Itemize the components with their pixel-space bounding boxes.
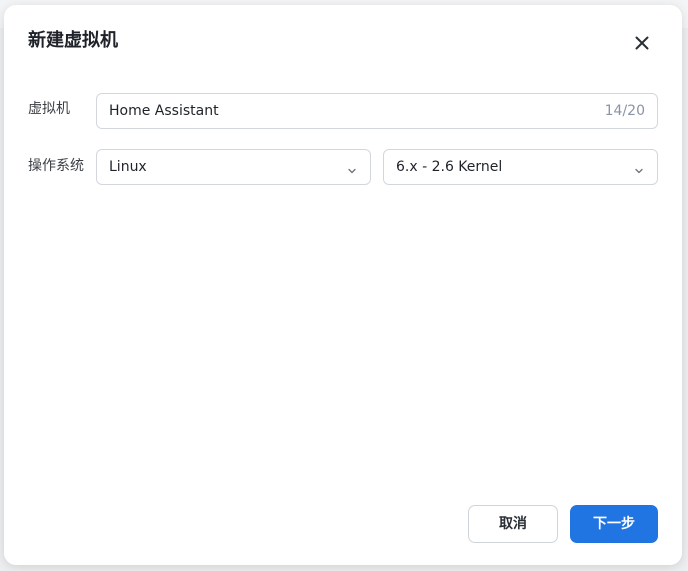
new-vm-dialog: 新建虚拟机 虚拟机 Home Assistant 14/20 操作系统 Linu… [4,5,682,565]
cancel-button[interactable]: 取消 [468,505,558,543]
chevron-down-icon [633,162,645,174]
close-button[interactable] [631,32,653,54]
vm-name-value: Home Assistant [109,103,219,119]
next-button[interactable]: 下一步 [570,505,658,543]
chevron-down-icon [346,162,358,174]
os-label: 操作系统 [28,158,84,174]
char-counter: 14/20 [604,103,645,119]
vm-name-label: 虚拟机 [28,101,70,117]
os-family-value: Linux [109,159,147,175]
os-family-select[interactable]: Linux [96,149,371,185]
vm-name-input[interactable]: Home Assistant 14/20 [96,93,658,129]
dialog-title: 新建虚拟机 [28,30,118,51]
os-version-select[interactable]: 6.x - 2.6 Kernel [383,149,658,185]
os-version-value: 6.x - 2.6 Kernel [396,159,503,175]
close-icon [631,32,653,54]
